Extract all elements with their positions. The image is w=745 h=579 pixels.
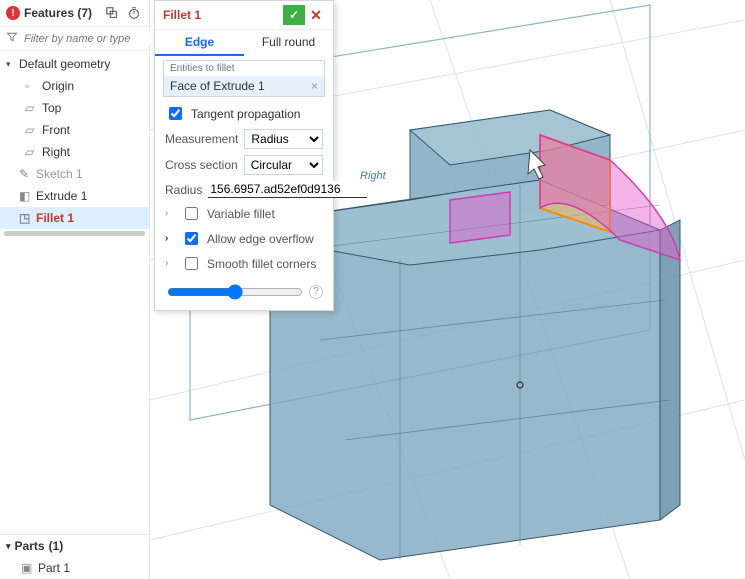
confirm-button[interactable]: ✓ — [283, 5, 305, 25]
tab-edge[interactable]: Edge — [155, 30, 244, 56]
dialog-header: Fillet 1 ✓ ✕ — [155, 1, 333, 29]
plane-icon: ▱ — [25, 99, 39, 117]
stopwatch-icon[interactable] — [125, 4, 143, 22]
tree-sketch1[interactable]: ✎ Sketch 1 — [0, 163, 149, 185]
cross-section-select[interactable]: Circular — [244, 155, 323, 175]
entities-label: Entities to fillet — [164, 61, 324, 76]
dialog-tabs: Edge Full round — [155, 29, 333, 56]
parts-section: ▾ Parts (1) ▣ Part 1 — [0, 534, 149, 579]
variable-fillet-checkbox[interactable] — [185, 207, 198, 220]
tree-extrude1[interactable]: ◧ Extrude 1 — [0, 185, 149, 207]
tree-label: Top — [42, 99, 61, 117]
chevron-right-icon: › — [165, 258, 175, 269]
tab-full-round[interactable]: Full round — [244, 30, 333, 56]
smooth-corners-checkbox[interactable] — [185, 257, 198, 270]
tree-right[interactable]: ▱ Right — [0, 141, 149, 163]
fillet-dialog: Fillet 1 ✓ ✕ Edge Full round Entities to… — [154, 0, 334, 311]
measurement-row: Measurement Radius — [155, 126, 333, 152]
tree-label: Sketch 1 — [36, 165, 83, 183]
smooth-corners-row[interactable]: › Smooth fillet corners — [155, 251, 333, 276]
part-icon: ▣ — [21, 559, 35, 577]
rollback-bar[interactable] — [4, 231, 145, 236]
selected-entity-row[interactable]: Face of Extrude 1 × — [164, 76, 324, 96]
origin-icon: ◦ — [25, 77, 39, 95]
features-title: Features — [24, 6, 74, 20]
remove-entity-icon[interactable]: × — [311, 79, 318, 93]
extrude-icon: ◧ — [19, 187, 33, 205]
features-count: (7) — [77, 6, 92, 20]
parts-header[interactable]: ▾ Parts (1) — [0, 535, 149, 557]
tree-front[interactable]: ▱ Front — [0, 119, 149, 141]
fillet-icon: ◳ — [19, 209, 33, 227]
tree-label: Default geometry — [19, 55, 110, 73]
allow-overflow-row[interactable]: › Allow edge overflow — [155, 226, 333, 251]
smooth-corners-label: Smooth fillet corners — [207, 257, 316, 271]
tree-label: Part 1 — [38, 559, 70, 577]
filter-row — [0, 27, 149, 51]
tree-default-geometry[interactable]: ▾ Default geometry — [0, 53, 149, 75]
cross-section-row: Cross section Circular — [155, 152, 333, 178]
tangent-propagation-row[interactable]: Tangent propagation — [155, 101, 333, 126]
chevron-right-icon: › — [165, 233, 175, 244]
radius-row: Radius — [155, 178, 333, 201]
tree-label: Front — [42, 121, 70, 139]
tree-part1[interactable]: ▣ Part 1 — [0, 557, 149, 579]
tree-label: Right — [42, 143, 70, 161]
cross-section-label: Cross section — [165, 158, 238, 172]
parts-count: (1) — [49, 539, 64, 553]
radius-input[interactable] — [208, 181, 367, 198]
feature-tree: ▾ Default geometry ◦ Origin ▱ Top ▱ Fron… — [0, 51, 149, 534]
radius-label: Radius — [165, 183, 202, 197]
sketch-icon: ✎ — [19, 165, 33, 183]
help-icon[interactable]: ? — [309, 285, 323, 299]
funnel-icon[interactable] — [6, 31, 18, 46]
tree-origin[interactable]: ◦ Origin — [0, 75, 149, 97]
feature-panel: ! Features (7) ▾ Default geometry ◦ — [0, 0, 150, 579]
chevron-right-icon: › — [165, 208, 175, 219]
error-icon: ! — [6, 6, 20, 20]
parts-title: Parts — [15, 539, 45, 553]
plane-icon: ▱ — [25, 143, 39, 161]
tree-label: Origin — [42, 77, 74, 95]
tree-fillet1[interactable]: ◳ Fillet 1 — [0, 207, 149, 229]
opacity-slider[interactable] — [167, 284, 303, 300]
allow-overflow-label: Allow edge overflow — [207, 232, 314, 246]
dialog-title: Fillet 1 — [163, 8, 283, 22]
variable-fillet-label: Variable fillet — [207, 207, 275, 221]
tangent-propagation-label: Tangent propagation — [191, 107, 300, 121]
allow-overflow-checkbox[interactable] — [185, 232, 198, 245]
slider-row: ? — [155, 276, 333, 310]
filter-input[interactable] — [22, 32, 169, 46]
features-header: ! Features (7) — [0, 0, 149, 27]
close-button[interactable]: ✕ — [307, 5, 325, 25]
measurement-select[interactable]: Radius — [244, 129, 323, 149]
plane-icon: ▱ — [25, 121, 39, 139]
variable-fillet-row[interactable]: › Variable fillet — [155, 201, 333, 226]
selected-entity-label: Face of Extrude 1 — [170, 79, 265, 93]
tree-top[interactable]: ▱ Top — [0, 97, 149, 119]
configure-icon[interactable] — [103, 4, 121, 22]
tree-label: Fillet 1 — [36, 209, 74, 227]
entities-selection-box[interactable]: Entities to fillet Face of Extrude 1 × — [163, 60, 325, 97]
tree-label: Extrude 1 — [36, 187, 87, 205]
measurement-label: Measurement — [165, 132, 238, 146]
tangent-propagation-checkbox[interactable] — [169, 107, 182, 120]
